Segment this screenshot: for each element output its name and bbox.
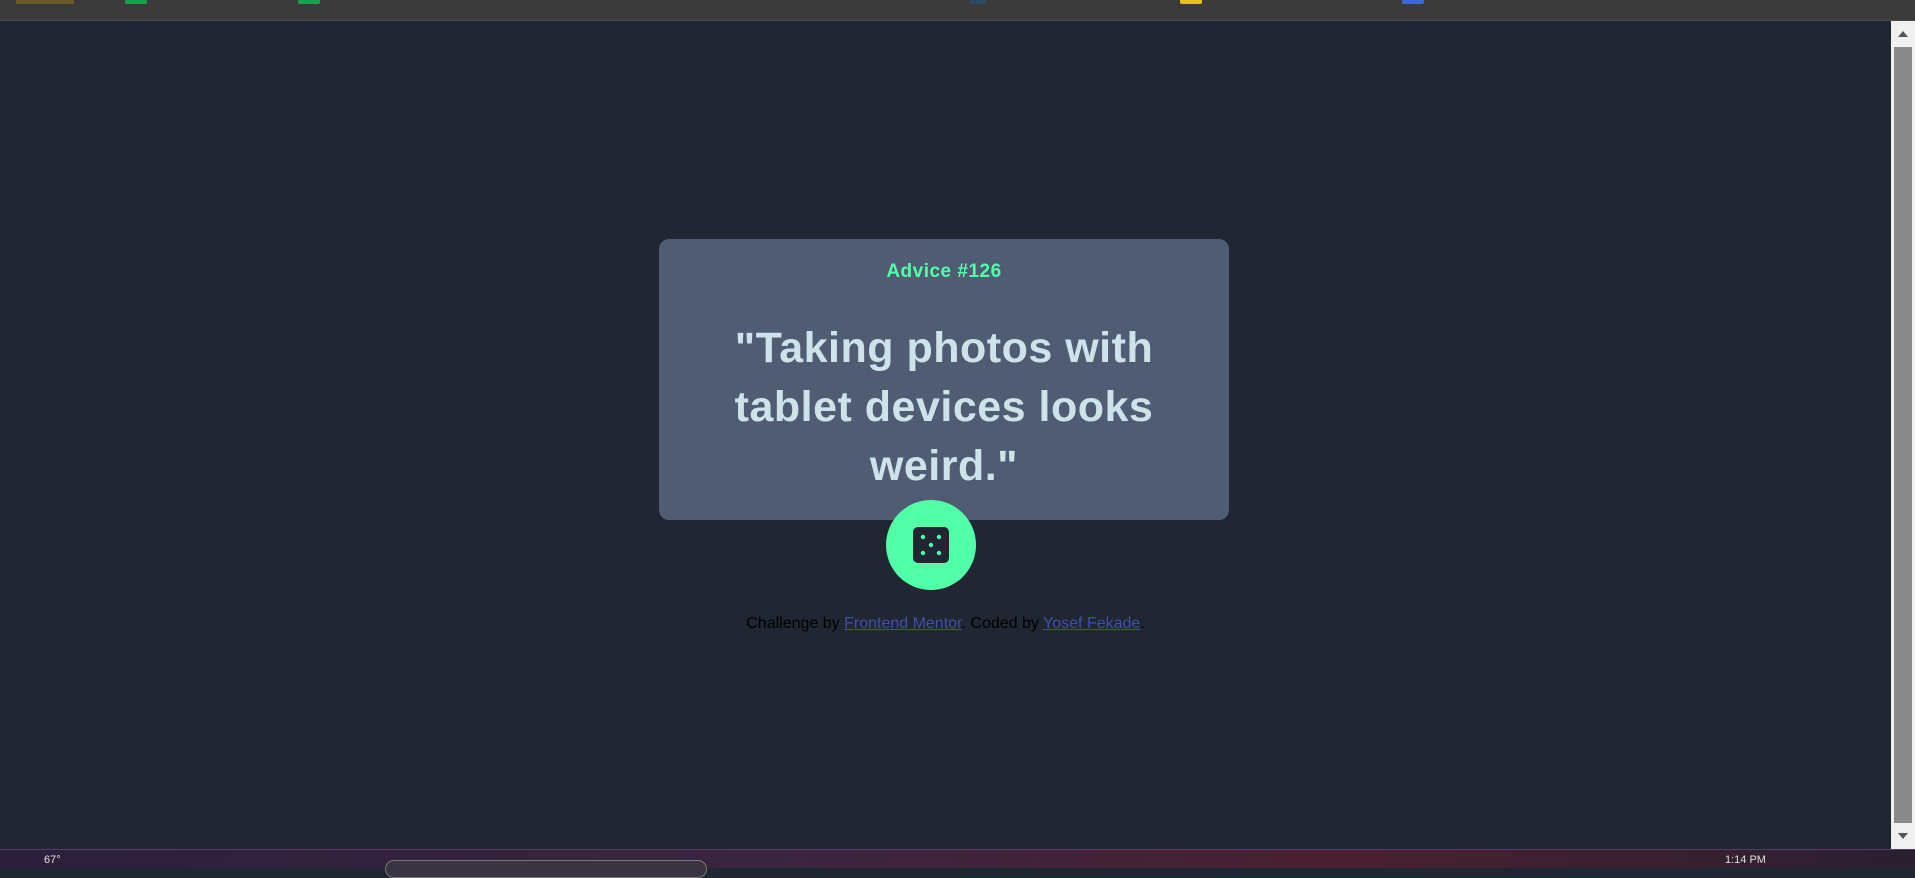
- author-link[interactable]: Yosef Fekade: [1043, 615, 1140, 632]
- frontend-mentor-link[interactable]: Frontend Mentor: [844, 615, 961, 632]
- new-advice-button[interactable]: [886, 500, 976, 590]
- weather-readout[interactable]: 67°: [44, 854, 61, 866]
- dice-five-icon: [913, 527, 949, 563]
- clock-readout[interactable]: 1:14 PM: [1725, 854, 1766, 866]
- bookmark-icon[interactable]: [298, 0, 320, 4]
- advice-card: Advice #126 "Taking photos with tablet d…: [659, 239, 1229, 520]
- attribution-middle: . Coded by: [961, 615, 1039, 632]
- bookmark-chip[interactable]: [16, 0, 74, 4]
- bookmark-icon[interactable]: [970, 0, 986, 4]
- scroll-thumb[interactable]: [1894, 47, 1912, 823]
- taskbar-search-box[interactable]: [385, 860, 707, 878]
- advice-quote: "Taking photos with tablet devices looks…: [734, 324, 1154, 490]
- attribution-suffix: .: [1140, 615, 1145, 632]
- bookmark-icon[interactable]: [1180, 0, 1202, 4]
- attribution: Challenge by Frontend Mentor. Coded by Y…: [0, 615, 1891, 633]
- advice-id: Advice #126: [886, 261, 1002, 282]
- attribution-prefix: Challenge by: [746, 615, 840, 632]
- bookmark-icon[interactable]: [1402, 0, 1424, 4]
- bookmark-icon[interactable]: [125, 0, 147, 4]
- vertical-scrollbar[interactable]: [1891, 21, 1915, 849]
- taskbar: 67° 1:14 PM: [0, 849, 1915, 878]
- browser-bookmarks-bar: [0, 0, 1915, 21]
- scroll-up-icon[interactable]: [1898, 31, 1908, 37]
- scroll-down-icon[interactable]: [1898, 833, 1908, 839]
